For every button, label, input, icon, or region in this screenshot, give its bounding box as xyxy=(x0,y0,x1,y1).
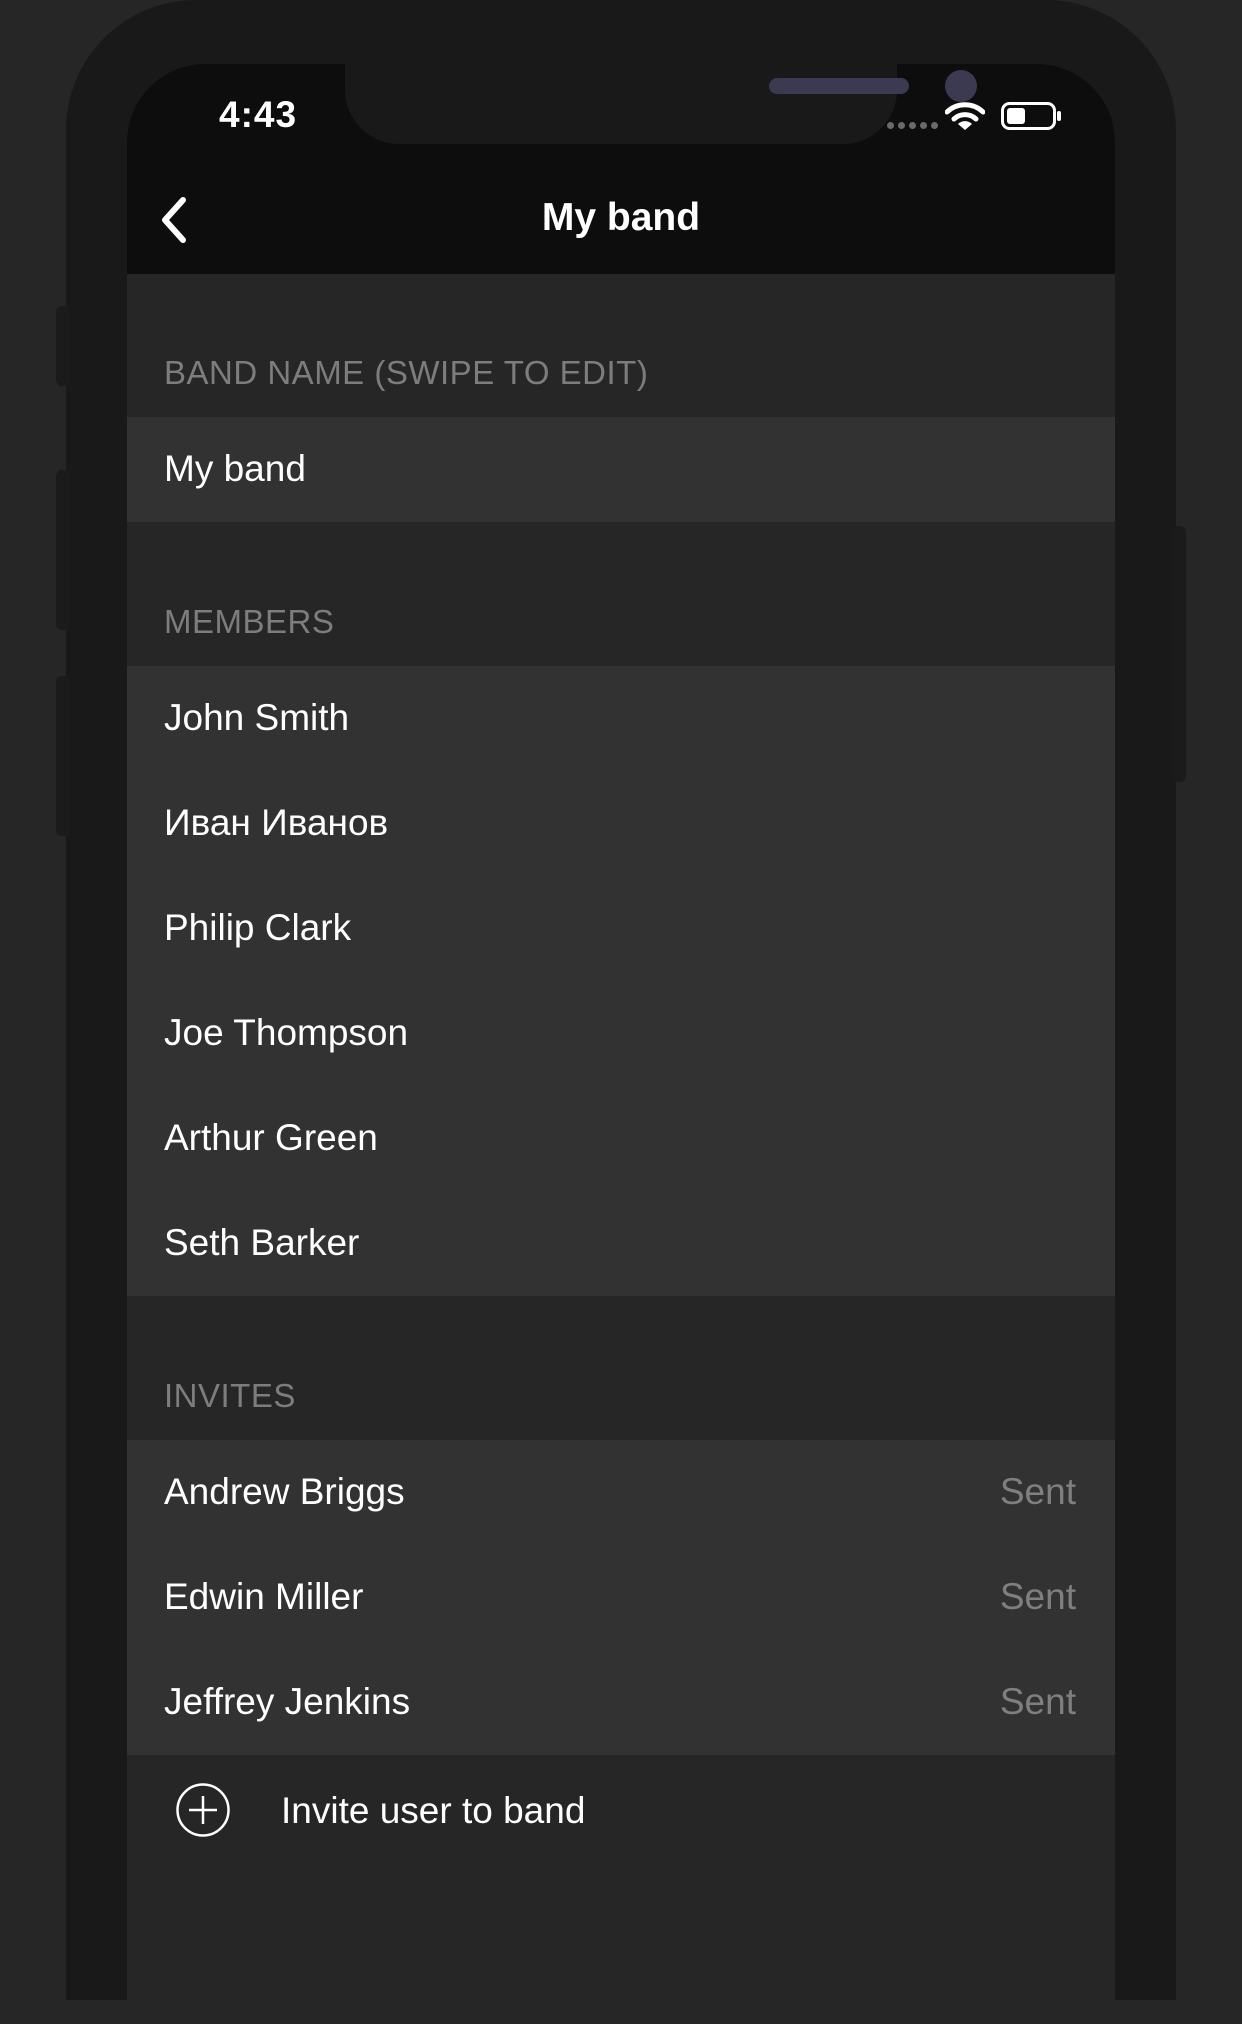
members-list: John Smith Иван Иванов Philip Clark Joe … xyxy=(127,666,1115,1296)
plus-circle-icon xyxy=(176,1783,230,1837)
member-row[interactable]: Иван Иванов xyxy=(127,771,1115,876)
member-row[interactable]: Joe Thompson xyxy=(127,981,1115,1086)
device-side-button xyxy=(56,676,70,836)
device-side-button xyxy=(56,306,70,386)
member-name: Joe Thompson xyxy=(164,1012,409,1053)
device-side-button xyxy=(1172,526,1186,782)
invite-status: Sent xyxy=(999,1576,1076,1617)
invite-status: Sent xyxy=(999,1471,1076,1512)
navigation-bar: 4:43 My band xyxy=(127,64,1115,274)
member-name: Philip Clark xyxy=(164,907,352,948)
invite-row[interactable]: Jeffrey Jenkins Sent xyxy=(127,1650,1115,1755)
device-side-button xyxy=(56,470,70,630)
front-camera xyxy=(945,70,977,102)
wifi-icon xyxy=(945,102,985,130)
band-name-value: My band xyxy=(164,448,306,489)
invitee-name: Edwin Miller xyxy=(164,1576,364,1617)
member-row[interactable]: John Smith xyxy=(127,666,1115,771)
band-name-field[interactable]: My band xyxy=(127,417,1115,522)
section-header-band-name: BAND NAME (SWIPE TO EDIT) xyxy=(164,354,649,391)
member-name: Arthur Green xyxy=(164,1117,378,1158)
invite-user-button[interactable]: Invite user to band xyxy=(127,1754,1115,1864)
page-title: My band xyxy=(541,196,701,239)
member-name: John Smith xyxy=(164,697,350,738)
section-header-members: MEMBERS xyxy=(164,603,335,640)
invite-user-label: Invite user to band xyxy=(281,1790,586,1831)
section-header-invites: INVITES xyxy=(164,1377,296,1414)
member-name: Иван Иванов xyxy=(164,802,389,843)
app-screen: 4:43 My band BAND NAME (SWIPE TO EDIT) M… xyxy=(127,64,1115,2024)
member-row[interactable]: Philip Clark xyxy=(127,876,1115,981)
speaker-grille xyxy=(769,78,909,94)
band-name-group: My band xyxy=(127,417,1115,522)
device-notch xyxy=(345,64,977,144)
invite-status: Sent xyxy=(999,1681,1076,1722)
invitee-name: Jeffrey Jenkins xyxy=(164,1681,411,1722)
invitee-name: Andrew Briggs xyxy=(164,1471,405,1512)
member-name: Seth Barker xyxy=(164,1222,360,1263)
battery-icon xyxy=(1001,102,1061,130)
member-row[interactable]: Arthur Green xyxy=(127,1086,1115,1191)
invites-list: Andrew Briggs Sent Edwin Miller Sent Jef… xyxy=(127,1440,1115,1755)
invite-row[interactable]: Andrew Briggs Sent xyxy=(127,1440,1115,1545)
signal-icon xyxy=(887,122,938,129)
status-time: 4:43 xyxy=(219,94,298,135)
member-row[interactable]: Seth Barker xyxy=(127,1191,1115,1296)
invite-row[interactable]: Edwin Miller Sent xyxy=(127,1545,1115,1650)
